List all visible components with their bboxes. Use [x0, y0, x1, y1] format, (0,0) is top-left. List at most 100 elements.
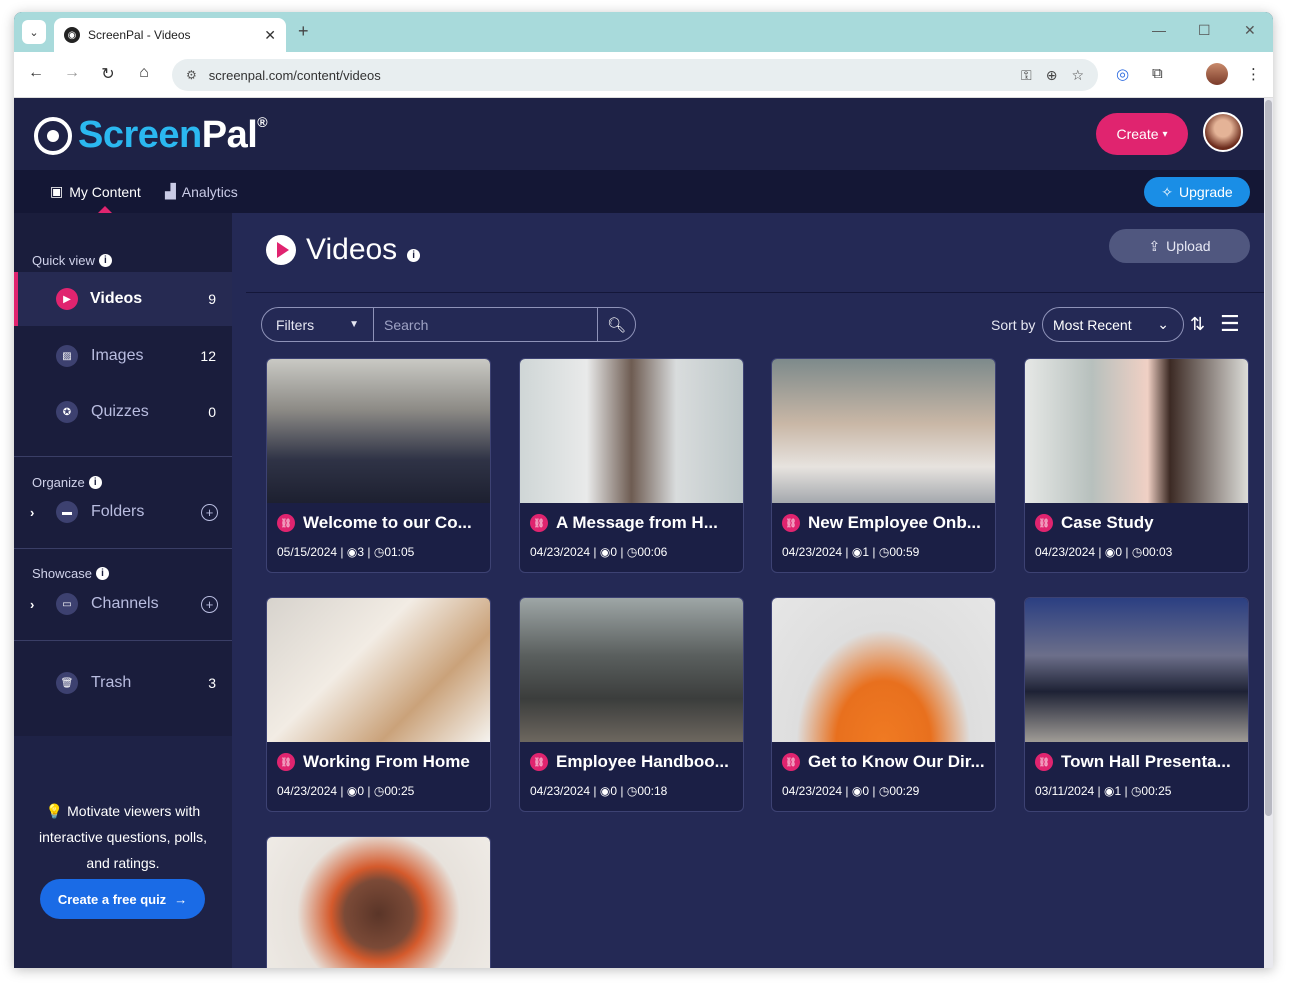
nav-analytics[interactable]: ▟ Analytics: [165, 183, 238, 200]
main-content: Videos i ⇪ Upload Filters ▼ 🔍︎ Sort by M…: [232, 213, 1264, 968]
video-title[interactable]: New Employee Onb...: [808, 513, 981, 533]
video-title[interactable]: Working From Home: [303, 752, 470, 772]
video-meta: 04/23/2024 | ◉0 | ◷00:06: [530, 545, 668, 559]
tab-strip: ⌄ ◉ ScreenPal - Videos ✕ + — ☐ ✕: [14, 12, 1273, 52]
browser-tab[interactable]: ◉ ScreenPal - Videos ✕: [54, 18, 286, 52]
sparkle-icon: ✧: [1161, 183, 1174, 200]
arrow-right-icon: →: [174, 891, 188, 907]
logo-text-screen: Screen: [78, 114, 202, 156]
video-thumbnail[interactable]: [520, 359, 743, 503]
maximize-icon[interactable]: ☐: [1198, 22, 1211, 39]
extension-icon[interactable]: ◎: [1116, 65, 1129, 83]
sidebar-item-quizzes[interactable]: ✪ Quizzes 0: [14, 385, 232, 439]
minimize-icon[interactable]: —: [1152, 22, 1166, 38]
site-info-icon[interactable]: ⚙: [186, 68, 197, 82]
chevron-down-icon: ⌄: [1157, 316, 1169, 332]
logo-registered-mark: ®: [257, 114, 268, 130]
link-icon: ⛓: [277, 514, 295, 532]
scrollbar-thumb[interactable]: [1265, 100, 1272, 816]
puzzle-icon[interactable]: ⧉: [1152, 65, 1163, 82]
screenpal-logo[interactable]: ScreenPal®: [34, 114, 268, 157]
search-input[interactable]: [374, 308, 597, 341]
list-view-icon[interactable]: ☰: [1220, 311, 1240, 337]
video-title[interactable]: Welcome to our Co...: [303, 513, 472, 533]
video-card[interactable]: [266, 836, 491, 968]
sidebar-item-images[interactable]: ▨ Images 12: [14, 329, 232, 383]
add-folder-icon[interactable]: +: [201, 503, 218, 521]
search-button[interactable]: 🔍︎: [597, 308, 635, 341]
video-title[interactable]: Case Study: [1061, 513, 1154, 533]
nav-my-content[interactable]: ▣ My Content: [50, 183, 141, 200]
logo-text-pal: Pal: [201, 114, 258, 156]
clock-icon: ◷: [878, 545, 890, 559]
upgrade-button[interactable]: ✧ Upgrade: [1144, 177, 1250, 207]
quiz-icon: ✪: [56, 401, 78, 423]
eye-icon: ◉: [346, 545, 358, 559]
zoom-icon[interactable]: ⊕: [1046, 67, 1058, 84]
video-title[interactable]: Town Hall Presenta...: [1061, 752, 1231, 772]
new-tab-button[interactable]: +: [298, 21, 309, 42]
profile-avatar[interactable]: [1206, 63, 1228, 85]
video-thumbnail[interactable]: [267, 359, 490, 503]
bookmark-star-icon[interactable]: ☆: [1071, 67, 1084, 84]
info-icon[interactable]: i: [98, 254, 112, 267]
video-thumbnail[interactable]: [1025, 598, 1248, 742]
reload-icon[interactable]: ↻: [98, 64, 118, 84]
sidebar-item-folders[interactable]: › ▬ Folders +: [14, 485, 232, 539]
video-thumbnail[interactable]: [772, 359, 995, 503]
forward-icon[interactable]: →: [62, 64, 82, 82]
filters-dropdown[interactable]: Filters ▼: [262, 308, 374, 341]
video-card[interactable]: ⛓ Working From Home 04/23/2024 | ◉0 | ◷0…: [266, 597, 491, 812]
video-card[interactable]: ⛓ Get to Know Our Dir... 04/23/2024 | ◉0…: [771, 597, 996, 812]
video-thumbnail[interactable]: [267, 598, 490, 742]
video-title[interactable]: Employee Handboo...: [556, 752, 729, 772]
sort-direction-icon[interactable]: ⇅: [1190, 314, 1205, 335]
clock-icon: ◷: [626, 784, 638, 798]
menu-dots-icon[interactable]: ⋮: [1246, 65, 1261, 83]
user-avatar[interactable]: [1203, 112, 1243, 152]
create-free-quiz-button[interactable]: Create a free quiz →: [40, 879, 205, 919]
close-tab-icon[interactable]: ✕: [264, 27, 276, 44]
sidebar-item-videos[interactable]: ▶ Videos 9: [14, 272, 232, 326]
create-button[interactable]: Create ▾: [1096, 113, 1188, 155]
clock-icon: ◷: [373, 784, 385, 798]
back-icon[interactable]: ←: [26, 64, 46, 82]
filter-search-bar: Filters ▼ 🔍︎: [261, 307, 636, 342]
sidebar-item-channels[interactable]: › ▭ Channels +: [14, 577, 232, 631]
eye-icon: ◉: [1103, 784, 1115, 798]
eye-icon: ◉: [851, 784, 863, 798]
channel-icon: ▭: [56, 593, 78, 615]
video-thumbnail[interactable]: [520, 598, 743, 742]
video-card[interactable]: ⛓ Case Study 04/23/2024 | ◉0 | ◷00:03: [1024, 358, 1249, 573]
address-bar[interactable]: ⚙ screenpal.com/content/videos ⚿ ⊕ ☆: [172, 59, 1098, 91]
video-card[interactable]: ⛓ New Employee Onb... 04/23/2024 | ◉1 | …: [771, 358, 996, 573]
home-icon[interactable]: ⌂: [134, 64, 154, 82]
video-title[interactable]: Get to Know Our Dir...: [808, 752, 985, 772]
browser-window: ⌄ ◉ ScreenPal - Videos ✕ + — ☐ ✕ ← → ↻ ⌂…: [14, 12, 1273, 968]
link-icon: ⛓: [530, 514, 548, 532]
chevron-right-icon[interactable]: ›: [30, 597, 34, 612]
video-thumbnail[interactable]: [267, 837, 490, 968]
video-thumbnail[interactable]: [1025, 359, 1248, 503]
video-meta: 04/23/2024 | ◉0 | ◷00:25: [277, 784, 415, 798]
tab-search-button[interactable]: ⌄: [22, 20, 46, 44]
folder-icon: ▬: [56, 501, 78, 523]
create-label: Create: [1116, 126, 1159, 142]
close-window-icon[interactable]: ✕: [1244, 22, 1256, 39]
video-card[interactable]: ⛓ A Message from H... 04/23/2024 | ◉0 | …: [519, 358, 744, 573]
video-card[interactable]: ⛓ Welcome to our Co... 05/15/2024 | ◉3 |…: [266, 358, 491, 573]
upload-button[interactable]: ⇪ Upload: [1109, 229, 1250, 263]
sidebar-item-trash[interactable]: 🗑 Trash 3: [14, 656, 232, 710]
link-icon: ⛓: [1035, 753, 1053, 771]
sort-dropdown[interactable]: Most Recent ⌄: [1042, 307, 1184, 342]
chevron-right-icon[interactable]: ›: [30, 505, 34, 520]
add-channel-icon[interactable]: +: [201, 595, 218, 613]
key-icon[interactable]: ⚿: [1021, 67, 1032, 84]
video-card[interactable]: ⛓ Employee Handboo... 04/23/2024 | ◉0 | …: [519, 597, 744, 812]
video-meta: 04/23/2024 | ◉0 | ◷00:03: [1035, 545, 1173, 559]
video-thumbnail[interactable]: [772, 598, 995, 742]
video-meta: 05/15/2024 | ◉3 | ◷01:05: [277, 545, 415, 559]
video-card[interactable]: ⛓ Town Hall Presenta... 03/11/2024 | ◉1 …: [1024, 597, 1249, 812]
info-icon[interactable]: i: [407, 248, 421, 262]
video-title[interactable]: A Message from H...: [556, 513, 718, 533]
